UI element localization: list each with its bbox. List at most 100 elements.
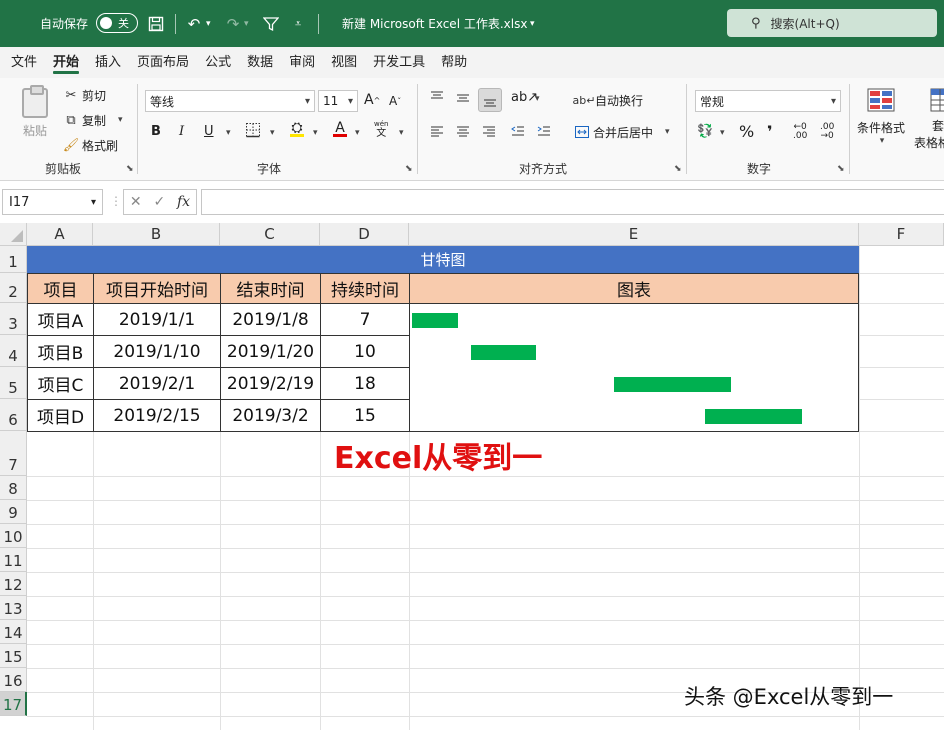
file-name[interactable]: 新建 Microsoft Excel 工作表.xlsx: [342, 0, 527, 47]
font-size-combo[interactable]: 11 ▾: [318, 90, 358, 112]
cell-task-start[interactable]: 2019/1/1: [93, 303, 221, 336]
italic-button[interactable]: I: [179, 124, 184, 139]
tab-formulas[interactable]: 公式: [197, 47, 239, 78]
dialog-launcher-icon[interactable]: ⬊: [837, 164, 845, 174]
tab-view[interactable]: 视图: [323, 47, 365, 78]
percent-icon[interactable]: %: [739, 122, 754, 141]
cut-button[interactable]: ✂ 剪切: [62, 86, 106, 104]
comma-style-icon[interactable]: ❜: [767, 122, 773, 141]
chevron-down-icon[interactable]: ▾: [270, 128, 275, 138]
column-header-c[interactable]: C: [220, 223, 320, 246]
font-color-icon[interactable]: A: [333, 120, 347, 137]
increase-indent-icon[interactable]: [536, 124, 552, 140]
copy-button[interactable]: ⧉ 复制 ▾: [62, 111, 122, 129]
worksheet-grid[interactable]: A B C D E F 1 2 3 4 5 6 7 8 9 10 11 12 1…: [0, 223, 944, 730]
decrease-font-icon[interactable]: Aˇ: [389, 94, 401, 108]
select-all-corner[interactable]: [0, 223, 27, 246]
increase-decimal-icon[interactable]: ←0.00: [793, 123, 807, 141]
cell-task-name[interactable]: 项目D: [27, 399, 94, 432]
cell-task-start[interactable]: 2019/2/1: [93, 367, 221, 400]
align-right-icon[interactable]: [481, 124, 497, 140]
gantt-title-cell[interactable]: 甘特图: [27, 246, 859, 273]
filter-icon[interactable]: [260, 0, 282, 47]
cell-task-name[interactable]: 项目B: [27, 335, 94, 368]
format-painter-button[interactable]: 🖌 格式刷: [62, 136, 118, 154]
cell-task-end[interactable]: 2019/1/8: [220, 303, 321, 336]
search-box[interactable]: ⚲ 搜索(Alt+Q): [727, 9, 937, 37]
column-header-f[interactable]: F: [859, 223, 944, 246]
number-format-combo[interactable]: 常规 ▾: [695, 90, 841, 112]
tab-review[interactable]: 审阅: [281, 47, 323, 78]
align-middle-icon[interactable]: [455, 90, 471, 106]
cell-task-duration[interactable]: 10: [320, 335, 410, 368]
tab-home[interactable]: 开始: [45, 47, 87, 78]
row-header-3[interactable]: 3: [0, 303, 27, 335]
fill-color-icon[interactable]: ⛭: [290, 120, 304, 137]
undo-dropdown-icon[interactable]: ▾: [206, 0, 211, 47]
tab-help[interactable]: 帮助: [433, 47, 475, 78]
currency-icon[interactable]: 💱: [697, 124, 713, 139]
cell-task-duration[interactable]: 15: [320, 399, 410, 432]
enter-icon[interactable]: ✓: [153, 194, 165, 210]
dialog-launcher-icon[interactable]: ⬊: [405, 164, 413, 174]
cancel-icon[interactable]: ✕: [130, 194, 142, 210]
chevron-down-icon[interactable]: ▾: [535, 94, 540, 104]
row-header-15[interactable]: 15: [0, 644, 27, 668]
row-header-13[interactable]: 13: [0, 596, 27, 620]
row-header-7[interactable]: 7: [0, 431, 27, 476]
header-cell-duration[interactable]: 持续时间: [320, 273, 410, 304]
dialog-launcher-icon[interactable]: ⬊: [674, 164, 682, 174]
cell-task-end[interactable]: 2019/2/19: [220, 367, 321, 400]
insert-function-icon[interactable]: fx: [177, 194, 190, 210]
formula-input[interactable]: [201, 189, 944, 215]
row-header-12[interactable]: 12: [0, 572, 27, 596]
cell-task-start[interactable]: 2019/1/10: [93, 335, 221, 368]
increase-font-icon[interactable]: A ^: [364, 92, 380, 108]
cell-task-end[interactable]: 2019/3/2: [220, 399, 321, 432]
header-cell-project[interactable]: 项目: [27, 273, 94, 304]
bold-button[interactable]: B: [151, 124, 161, 139]
save-icon[interactable]: [145, 0, 167, 47]
undo-icon[interactable]: ↶: [183, 0, 205, 47]
tab-developer[interactable]: 开发工具: [365, 47, 433, 78]
format-as-table-button[interactable]: 套 表格格: [914, 88, 944, 151]
row-header-6[interactable]: 6: [0, 399, 27, 431]
row-header-2[interactable]: 2: [0, 273, 27, 303]
column-header-b[interactable]: B: [93, 223, 220, 246]
cell-task-name[interactable]: 项目C: [27, 367, 94, 400]
chevron-down-icon[interactable]: ▾: [720, 128, 725, 138]
chevron-down-icon[interactable]: ▾: [226, 128, 231, 138]
row-header-16[interactable]: 16: [0, 668, 27, 692]
dialog-launcher-icon[interactable]: ⬊: [126, 164, 134, 174]
paste-button[interactable]: 粘贴: [16, 85, 54, 148]
tab-file[interactable]: 文件: [3, 47, 45, 78]
merge-center-button[interactable]: 合并后居中 ▾: [573, 123, 670, 141]
row-header-8[interactable]: 8: [0, 476, 27, 500]
underline-button[interactable]: U: [204, 124, 214, 139]
cell-task-end[interactable]: 2019/1/20: [220, 335, 321, 368]
chevron-down-icon[interactable]: ▾: [399, 128, 404, 138]
row-header-11[interactable]: 11: [0, 548, 27, 572]
cell-task-duration[interactable]: 18: [320, 367, 410, 400]
align-bottom-icon[interactable]: [478, 88, 502, 112]
row-header-4[interactable]: 4: [0, 335, 27, 367]
header-cell-start[interactable]: 项目开始时间: [93, 273, 221, 304]
column-header-a[interactable]: A: [27, 223, 93, 246]
wrap-text-button[interactable]: ab↵ 自动换行: [573, 91, 643, 109]
cell-task-start[interactable]: 2019/2/15: [93, 399, 221, 432]
row-header-10[interactable]: 10: [0, 524, 27, 548]
autosave-toggle[interactable]: 关: [96, 13, 138, 33]
decrease-decimal-icon[interactable]: .00 →0: [820, 123, 834, 141]
row-header-14[interactable]: 14: [0, 620, 27, 644]
align-left-icon[interactable]: [429, 124, 445, 140]
row-header-9[interactable]: 9: [0, 500, 27, 524]
header-cell-chart[interactable]: 图表: [409, 273, 859, 304]
tab-page-layout[interactable]: 页面布局: [129, 47, 197, 78]
row-header-17[interactable]: 17: [0, 692, 27, 716]
row-header-1[interactable]: 1: [0, 246, 27, 273]
decrease-indent-icon[interactable]: [510, 124, 526, 140]
row-header-5[interactable]: 5: [0, 367, 27, 399]
conditional-format-button[interactable]: 条件格式 ▾: [857, 88, 905, 146]
column-header-e[interactable]: E: [409, 223, 859, 246]
align-top-icon[interactable]: [429, 90, 445, 106]
